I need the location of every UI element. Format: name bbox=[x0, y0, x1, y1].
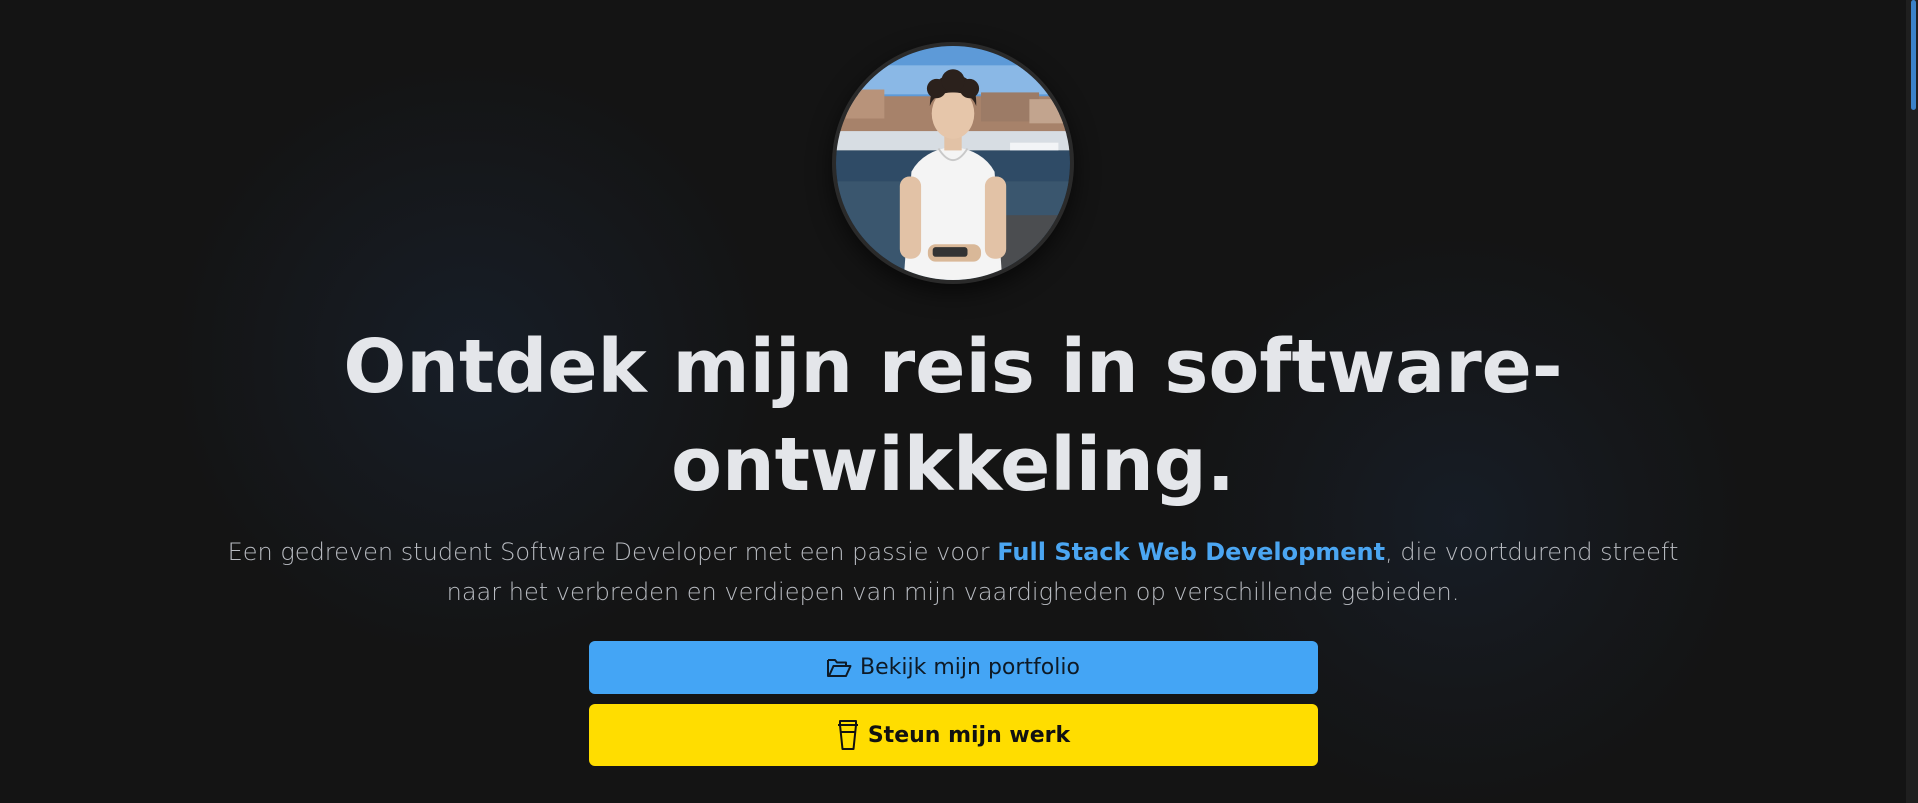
view-portfolio-button[interactable]: Bekijk mijn portfolio bbox=[588, 641, 1318, 694]
coffee-cup-icon bbox=[836, 718, 860, 752]
avatar bbox=[832, 42, 1074, 284]
folder-open-icon bbox=[826, 657, 852, 679]
scrollbar-thumb[interactable] bbox=[1911, 0, 1916, 110]
page-title: Ontdek mijn reis in software-ontwikkelin… bbox=[343, 324, 1563, 508]
intro-highlight: Full Stack Web Development bbox=[997, 538, 1386, 566]
view-portfolio-label: Bekijk mijn portfolio bbox=[860, 655, 1080, 680]
hero-section: Ontdek mijn reis in software-ontwikkelin… bbox=[0, 0, 1906, 766]
avatar-photo bbox=[836, 46, 1070, 280]
page: Ontdek mijn reis in software-ontwikkelin… bbox=[0, 0, 1918, 803]
intro-text: Een gedreven student Software Developer … bbox=[213, 532, 1693, 612]
scrollbar[interactable] bbox=[1906, 0, 1918, 803]
intro-text-before: Een gedreven student Software Developer … bbox=[227, 538, 998, 566]
support-work-button[interactable]: Steun mijn werk bbox=[588, 704, 1318, 766]
support-work-label: Steun mijn werk bbox=[867, 722, 1071, 748]
